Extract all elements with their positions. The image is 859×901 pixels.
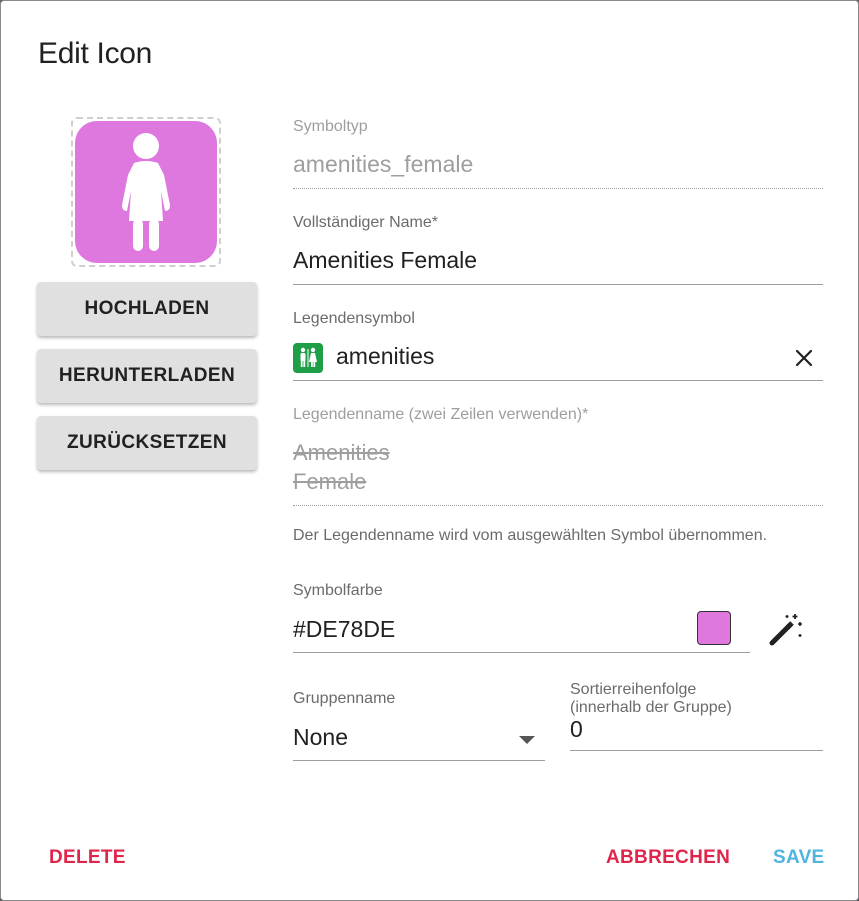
download-button[interactable]: HERUNTERLADEN xyxy=(37,349,257,403)
reset-button[interactable]: ZURÜCKSETZEN xyxy=(37,416,257,470)
symbol-type-field: Symboltyp amenities_female xyxy=(293,117,823,189)
legend-name-line2: Female xyxy=(293,469,367,494)
restroom-icon xyxy=(293,343,323,373)
sort-order-input[interactable]: 0 xyxy=(570,716,583,743)
symbol-color-field[interactable]: Symbolfarbe #DE78DE xyxy=(293,581,750,653)
legend-name-line1: Amenities xyxy=(293,440,390,465)
symbol-type-value: amenities_female xyxy=(293,151,474,177)
cancel-button[interactable]: ABBRECHEN xyxy=(606,847,730,869)
chevron-down-icon[interactable] xyxy=(519,736,535,744)
legend-symbol-field[interactable]: Legendensymbol amenities xyxy=(293,309,823,381)
legend-symbol-value[interactable]: amenities xyxy=(336,343,434,370)
sort-order-label-line2: (innerhalb der Gruppe) xyxy=(570,699,732,716)
legend-name-field: Legendenname (zwei Zeilen verwenden)* Am… xyxy=(293,405,823,506)
sort-order-field[interactable]: Sortierreihenfolge (innerhalb der Gruppe… xyxy=(570,681,823,751)
group-name-value[interactable]: None xyxy=(293,724,348,751)
icon-preview-tile xyxy=(75,121,217,263)
delete-button[interactable]: DELETE xyxy=(49,847,126,869)
clear-icon[interactable] xyxy=(793,347,815,369)
legend-name-value: Amenities Female xyxy=(293,438,390,496)
magic-wand-icon[interactable] xyxy=(767,610,805,648)
save-button[interactable]: SAVE xyxy=(773,847,825,869)
edit-icon-dialog: Edit Icon HOCHLADEN HERUNTERLADEN ZURÜCK… xyxy=(0,0,859,901)
full-name-field[interactable]: Vollständiger Name* Amenities Female xyxy=(293,213,823,285)
icon-preview xyxy=(71,117,221,267)
sort-order-label-line1: Sortierreihenfolge xyxy=(570,681,697,698)
legend-symbol-label: Legendensymbol xyxy=(293,310,415,327)
symbol-color-label: Symbolfarbe xyxy=(293,582,383,599)
legend-name-label: Legendenname (zwei Zeilen verwenden)* xyxy=(293,406,589,423)
female-person-icon xyxy=(122,133,170,251)
symbol-type-label: Symboltyp xyxy=(293,118,368,135)
sort-order-label: Sortierreihenfolge (innerhalb der Gruppe… xyxy=(570,681,732,717)
full-name-label: Vollständiger Name* xyxy=(293,214,438,231)
dialog-title: Edit Icon xyxy=(38,37,153,70)
full-name-input[interactable]: Amenities Female xyxy=(293,247,477,274)
color-swatch[interactable] xyxy=(697,611,731,645)
group-name-select[interactable]: Gruppenname None xyxy=(293,689,545,761)
group-name-label: Gruppenname xyxy=(293,690,396,707)
symbol-color-input[interactable]: #DE78DE xyxy=(293,616,395,643)
legend-name-hint: Der Legendenname wird vom ausgewählten S… xyxy=(293,527,768,544)
upload-button[interactable]: HOCHLADEN xyxy=(37,282,257,336)
